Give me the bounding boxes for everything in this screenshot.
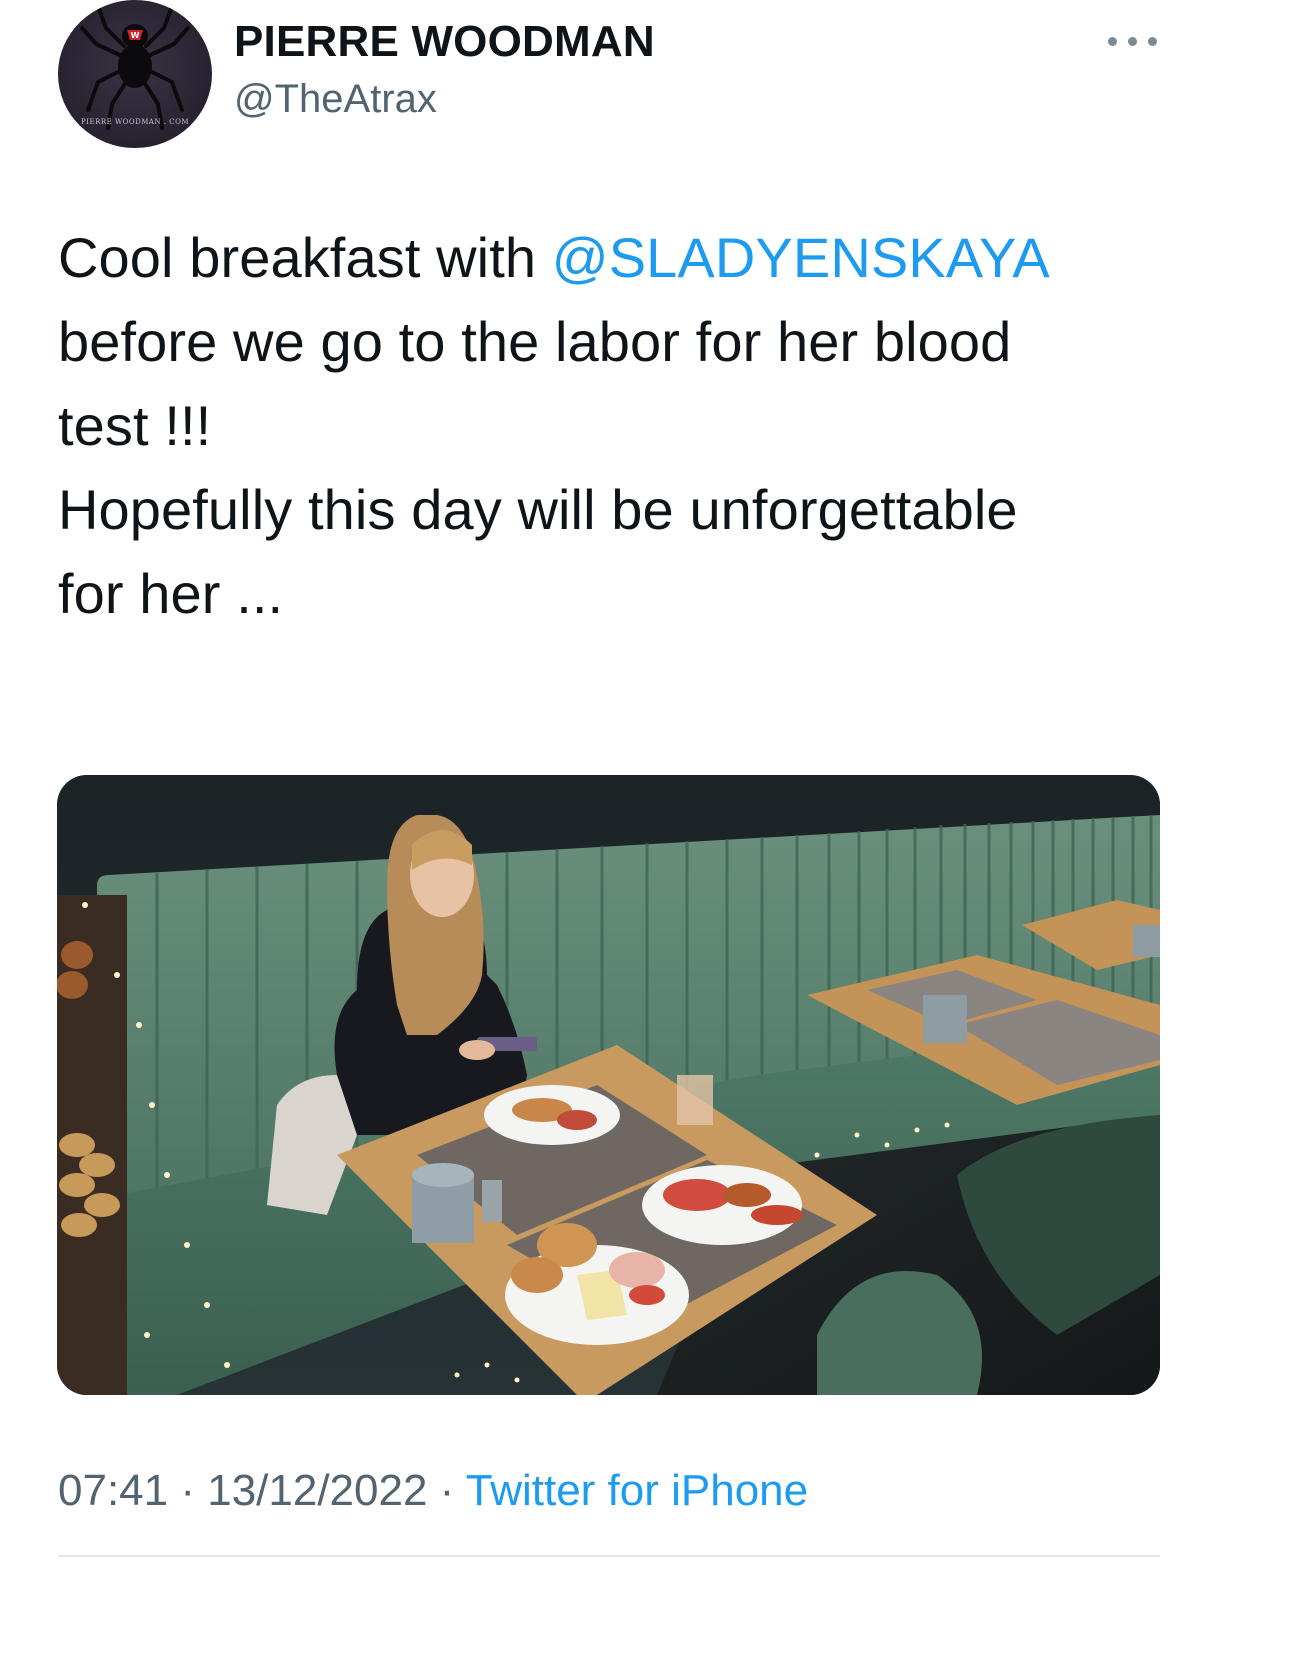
tweet-text-line: test !!! <box>58 394 212 457</box>
tweet-text-prefix: Cool breakfast with <box>58 226 552 289</box>
tweet-text: Cool breakfast with @SLADYENSKAYA before… <box>58 216 1188 636</box>
tweet-date[interactable]: 13/12/2022 <box>207 1466 427 1515</box>
more-horizontal-icon <box>1108 37 1117 46</box>
breakfast-photo <box>57 775 1160 1395</box>
tweet-text-line: before we go to the labor for her blood <box>58 310 1012 373</box>
tweet-text-line: Hopefully this day will be unforgettable <box>58 478 1018 541</box>
tweet-source-link[interactable]: Twitter for iPhone <box>466 1466 808 1515</box>
tweet-text-line: for her ... <box>58 562 284 625</box>
avatar-logo-text: PIERRE WOODMAN . COM <box>81 118 189 126</box>
divider <box>58 1555 1160 1557</box>
more-horizontal-icon <box>1128 37 1137 46</box>
avatar[interactable]: W PIERRE WOODMAN . COM <box>58 0 212 148</box>
tweet-text-line: Cool breakfast with @SLADYENSKAYA <box>58 216 1188 300</box>
tweet-time[interactable]: 07:41 <box>58 1466 168 1515</box>
author-handle[interactable]: @TheAtrax <box>234 76 437 122</box>
more-options-button[interactable] <box>1104 22 1164 62</box>
meta-separator: · <box>427 1466 466 1515</box>
more-horizontal-icon <box>1148 37 1157 46</box>
tweet-meta: 07:41 · 13/12/2022 · Twitter for iPhone <box>58 1464 808 1518</box>
tweet-photo[interactable] <box>57 775 1160 1395</box>
meta-separator: · <box>168 1466 208 1515</box>
author-display-name[interactable]: PIERRE WOODMAN <box>234 18 655 66</box>
spider-logo-icon: W PIERRE WOODMAN . COM <box>80 4 190 130</box>
mention-link[interactable]: @SLADYENSKAYA <box>552 226 1050 289</box>
svg-text:W: W <box>131 31 140 40</box>
